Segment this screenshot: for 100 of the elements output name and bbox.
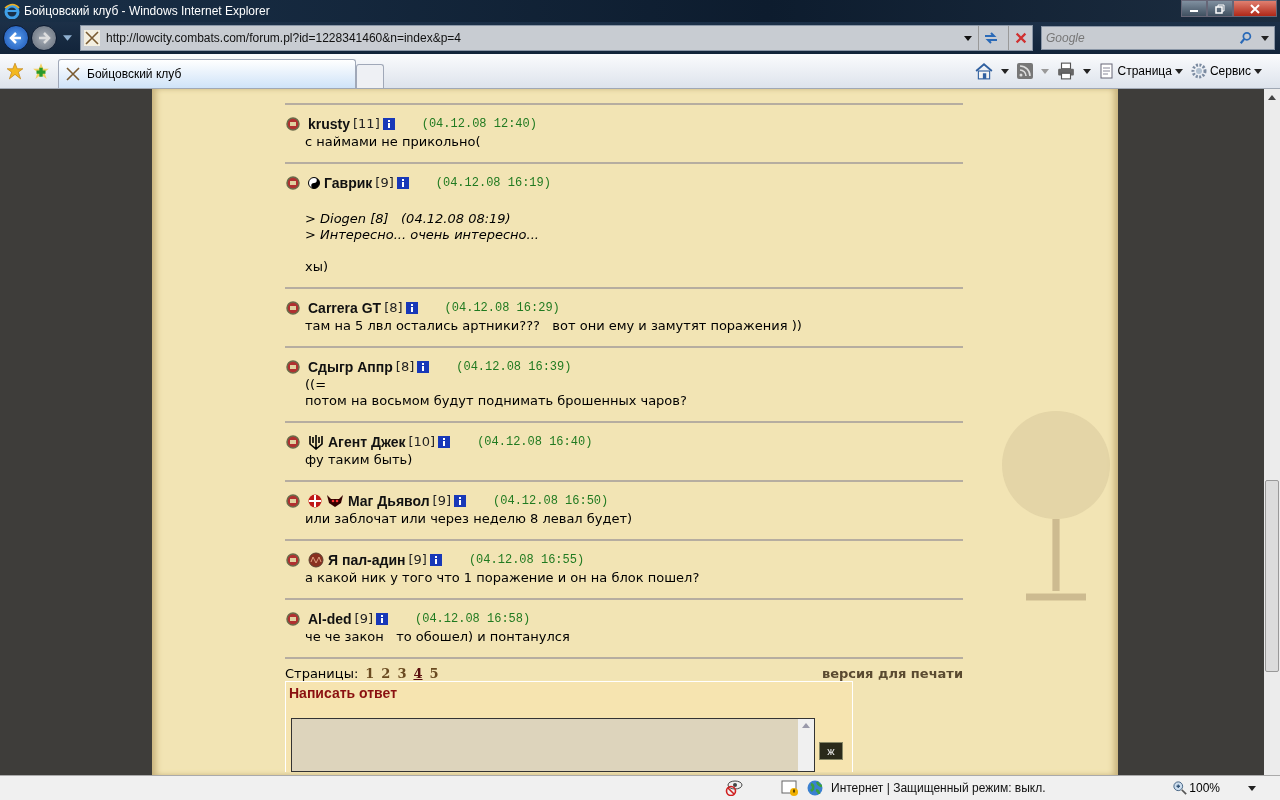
info-icon[interactable] xyxy=(454,495,467,507)
browser-tab[interactable]: Бойцовский клуб xyxy=(58,59,356,88)
user-level: [9] xyxy=(354,611,373,627)
post-date: (04.12.08 12:40) xyxy=(421,116,537,132)
post-text: хы) xyxy=(305,259,330,275)
pages-label: Страницы: xyxy=(285,666,359,681)
author-name[interactable]: Я пал-адин xyxy=(328,552,406,568)
clan-emblem-icon xyxy=(285,176,301,190)
dropdown-icon[interactable] xyxy=(964,35,972,41)
user-level: [9] xyxy=(432,493,452,509)
minimize-button[interactable] xyxy=(1181,0,1207,17)
info-icon[interactable] xyxy=(405,302,418,314)
bold-button[interactable]: ж xyxy=(819,742,843,760)
dropdown-icon[interactable] xyxy=(1082,68,1091,74)
user-level: [11] xyxy=(353,116,380,132)
demon-icon xyxy=(326,494,344,508)
user-level: [8] xyxy=(395,359,415,375)
info-icon[interactable] xyxy=(429,554,442,566)
post-text: ((= xyxy=(305,377,328,393)
site-icon xyxy=(84,30,100,46)
author-name[interactable]: krusty xyxy=(308,116,351,132)
add-favorite-icon[interactable] xyxy=(32,62,50,80)
clan-emblem-icon xyxy=(285,117,301,131)
site-icon xyxy=(65,66,81,82)
back-arrow-icon xyxy=(8,30,24,46)
post-text: там на 5 лвл остались артники??? вот они ему и замутят поражения )) xyxy=(305,318,803,334)
info-icon[interactable] xyxy=(376,613,388,625)
close-button[interactable] xyxy=(1233,0,1277,17)
reply-title: Написать ответ xyxy=(288,684,398,703)
privacy-eye-icon[interactable] xyxy=(725,780,743,796)
quote-line: > Diogen [8] (04.12.08 08:19) xyxy=(305,211,512,227)
forward-button[interactable] xyxy=(31,25,57,51)
info-icon[interactable] xyxy=(438,436,451,448)
post-date: (04.12.08 16:29) xyxy=(444,300,560,316)
address-field[interactable]: http://lowcity.combats.com/forum.pl?id=1228341460&n=index&p=4 xyxy=(80,25,1033,51)
user-level: [8] xyxy=(384,300,403,316)
reply-text-area[interactable] xyxy=(291,718,815,772)
page-icon xyxy=(1098,63,1115,79)
zoom-level[interactable]: 100% xyxy=(1173,781,1220,795)
post-date: (04.12.08 16:58) xyxy=(415,611,531,627)
cross-emblem-icon xyxy=(308,494,322,508)
page-link[interactable]: 5 xyxy=(429,666,439,681)
home-icon[interactable] xyxy=(974,62,993,80)
restore-button[interactable] xyxy=(1207,0,1233,17)
page-link[interactable]: 4 xyxy=(413,666,423,681)
tools-menu[interactable]: Сервис xyxy=(1190,63,1262,79)
clan-emblem-icon xyxy=(285,301,301,315)
post-text: а какой ник у того что 1 поражение и он на блок пошел? xyxy=(305,570,701,586)
post-text: с наймами не прикольно( xyxy=(305,134,482,150)
search-icon[interactable] xyxy=(1239,31,1253,45)
printer-icon[interactable] xyxy=(1056,62,1075,80)
author-name[interactable]: Гаврик xyxy=(324,175,373,191)
post-text: потом на восьмом будут поднимать брошенных чаров? xyxy=(305,393,688,409)
scrollbar-thumb[interactable] xyxy=(1265,480,1279,672)
stop-icon xyxy=(1013,31,1028,45)
page-link[interactable]: 3 xyxy=(397,666,407,681)
browser-logo-icon xyxy=(4,3,20,19)
page-link[interactable]: 1 xyxy=(365,666,375,681)
feed-icon[interactable] xyxy=(1016,63,1033,79)
dropdown-icon[interactable] xyxy=(1248,785,1256,791)
post-text: че че закон то обошел) и понтанулся xyxy=(305,629,571,645)
info-icon[interactable] xyxy=(417,361,430,373)
user-level: [10] xyxy=(408,434,436,450)
search-field[interactable]: Google xyxy=(1041,26,1275,50)
forward-arrow-icon xyxy=(36,30,52,46)
clan-emblem-icon xyxy=(285,360,301,374)
author-name[interactable]: Сдыгр Аппр xyxy=(308,359,393,375)
back-button[interactable] xyxy=(3,25,29,51)
author-name[interactable]: Carrera GT xyxy=(308,300,382,316)
info-icon[interactable] xyxy=(382,118,395,130)
page-link[interactable]: 2 xyxy=(381,666,391,681)
close-icon xyxy=(1250,3,1260,14)
author-name[interactable]: Агент Джек xyxy=(328,434,406,450)
post-date: (04.12.08 16:19) xyxy=(435,175,551,191)
caret-icon xyxy=(1254,68,1262,74)
dropdown-icon[interactable] xyxy=(1000,68,1009,74)
restore-icon xyxy=(1215,3,1225,14)
author-name[interactable]: Al-ded xyxy=(308,611,352,627)
zoom-icon xyxy=(1173,781,1188,795)
star-icon[interactable] xyxy=(6,62,24,80)
user-level: [9] xyxy=(375,175,394,191)
refresh-icon xyxy=(982,30,999,46)
author-name[interactable]: Маг Дьявол xyxy=(348,493,430,509)
quote-line: > Интересно... очень интересно... xyxy=(305,227,540,243)
user-level: [9] xyxy=(408,552,427,568)
page-menu[interactable]: Страница xyxy=(1098,63,1183,79)
globe-icon xyxy=(807,780,823,796)
scroll-up-icon[interactable] xyxy=(1268,95,1276,100)
warning-page-icon[interactable] xyxy=(781,780,799,796)
dropdown-icon[interactable] xyxy=(1261,36,1269,41)
caret-icon xyxy=(1174,68,1183,74)
print-version-link[interactable]: версия для печати xyxy=(821,666,963,681)
post-date: (04.12.08 16:39) xyxy=(456,359,572,375)
security-zone-text[interactable]: Интернет | Защищенный режим: выкл. xyxy=(831,781,1046,795)
post-text: или заблочат или через неделю 8 левал будет) xyxy=(305,511,634,527)
history-dropdown-icon[interactable] xyxy=(63,35,72,41)
clan-emblem-icon xyxy=(285,553,301,567)
gear-icon xyxy=(1190,63,1207,79)
post-date: (04.12.08 16:50) xyxy=(493,493,609,509)
info-icon[interactable] xyxy=(396,177,409,189)
